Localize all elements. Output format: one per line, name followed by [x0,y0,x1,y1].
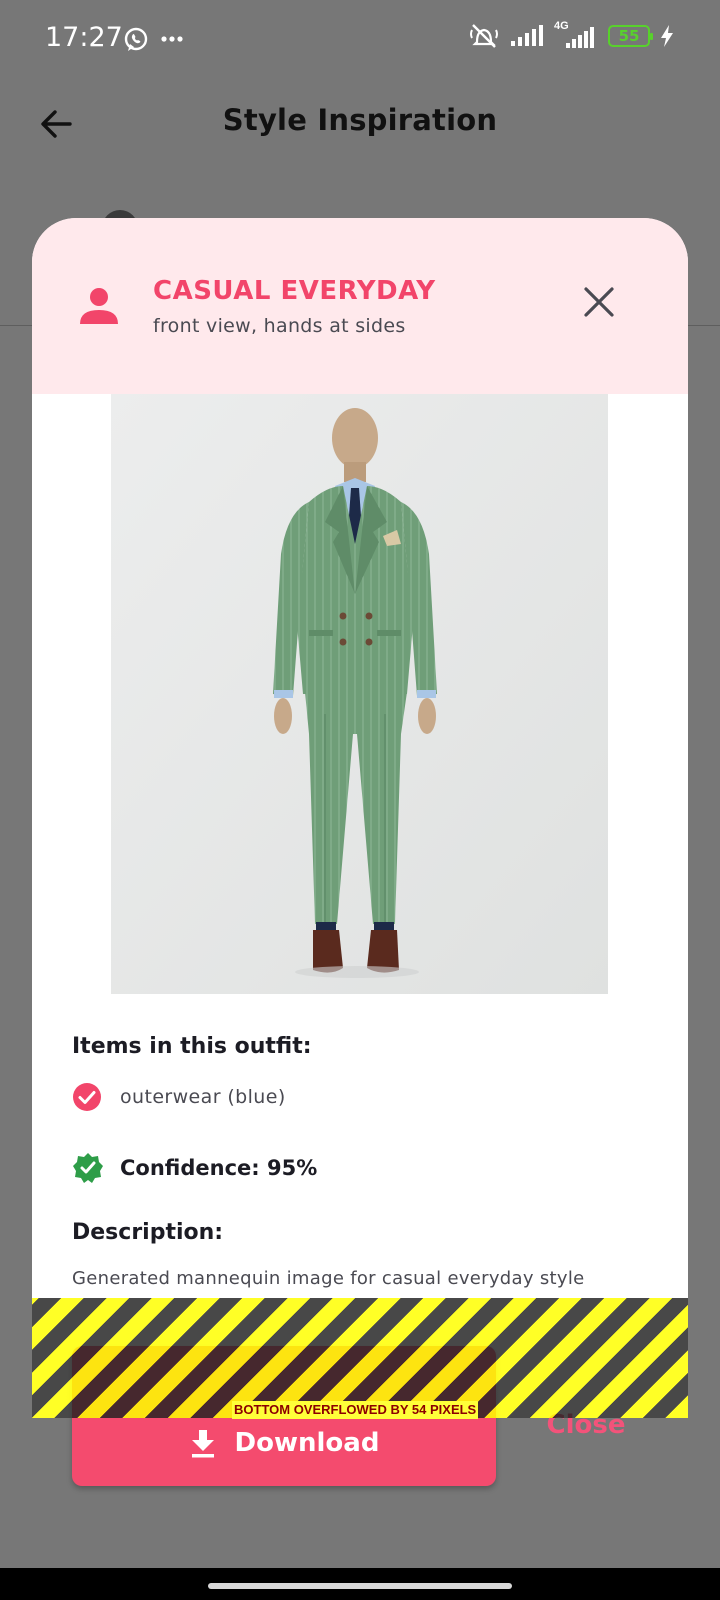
system-icons: 4G 55 [468,20,674,50]
signal-icon [511,25,543,46]
battery-level: 55 [618,27,640,45]
person-icon [80,288,118,324]
item-label: outerwear (blue) [120,1086,286,1108]
outfit-image [111,394,608,994]
overflow-warning-stripes [32,1298,688,1418]
items-heading: Items in this outfit: [72,1034,312,1059]
whatsapp-icon [124,27,148,51]
overflow-warning-label: BOTTOM OVERFLOWED BY 54 PIXELS [232,1401,479,1419]
signal-4g-icon: 4G [554,20,598,49]
more-icon [161,36,183,42]
mute-icon [470,24,498,48]
battery-icon: 55 [608,25,653,47]
download-label: Download [234,1428,380,1458]
description-heading: Description: [72,1220,224,1245]
app-bar: Style Inspiration [0,78,720,168]
outfit-dialog: CASUAL EVERYDAY front view, hands at sid… [32,218,688,1418]
home-indicator[interactable] [208,1583,512,1589]
confidence-row: Confidence: 95% [72,1152,317,1184]
navigation-bar [0,1568,720,1600]
confidence-label: Confidence: 95% [120,1156,318,1180]
dialog-title: CASUAL EVERYDAY [153,276,436,306]
verified-icon [73,1153,103,1183]
list-item: outerwear (blue) [72,1082,286,1112]
dialog-header: CASUAL EVERYDAY front view, hands at sid… [32,218,688,394]
check-circle-icon [73,1083,101,1111]
status-bar: 17:27 4G 55 [0,0,720,78]
page-title: Style Inspiration [222,103,498,137]
description-text: Generated mannequin image for casual eve… [72,1268,585,1289]
close-icon[interactable] [582,285,616,319]
notification-icons [124,27,183,51]
dialog-subtitle: front view, hands at sides [153,315,406,337]
charging-icon [661,25,673,47]
download-icon [191,1430,214,1458]
mannequin-suit-image [111,394,608,994]
status-time: 17:27 [45,22,123,53]
